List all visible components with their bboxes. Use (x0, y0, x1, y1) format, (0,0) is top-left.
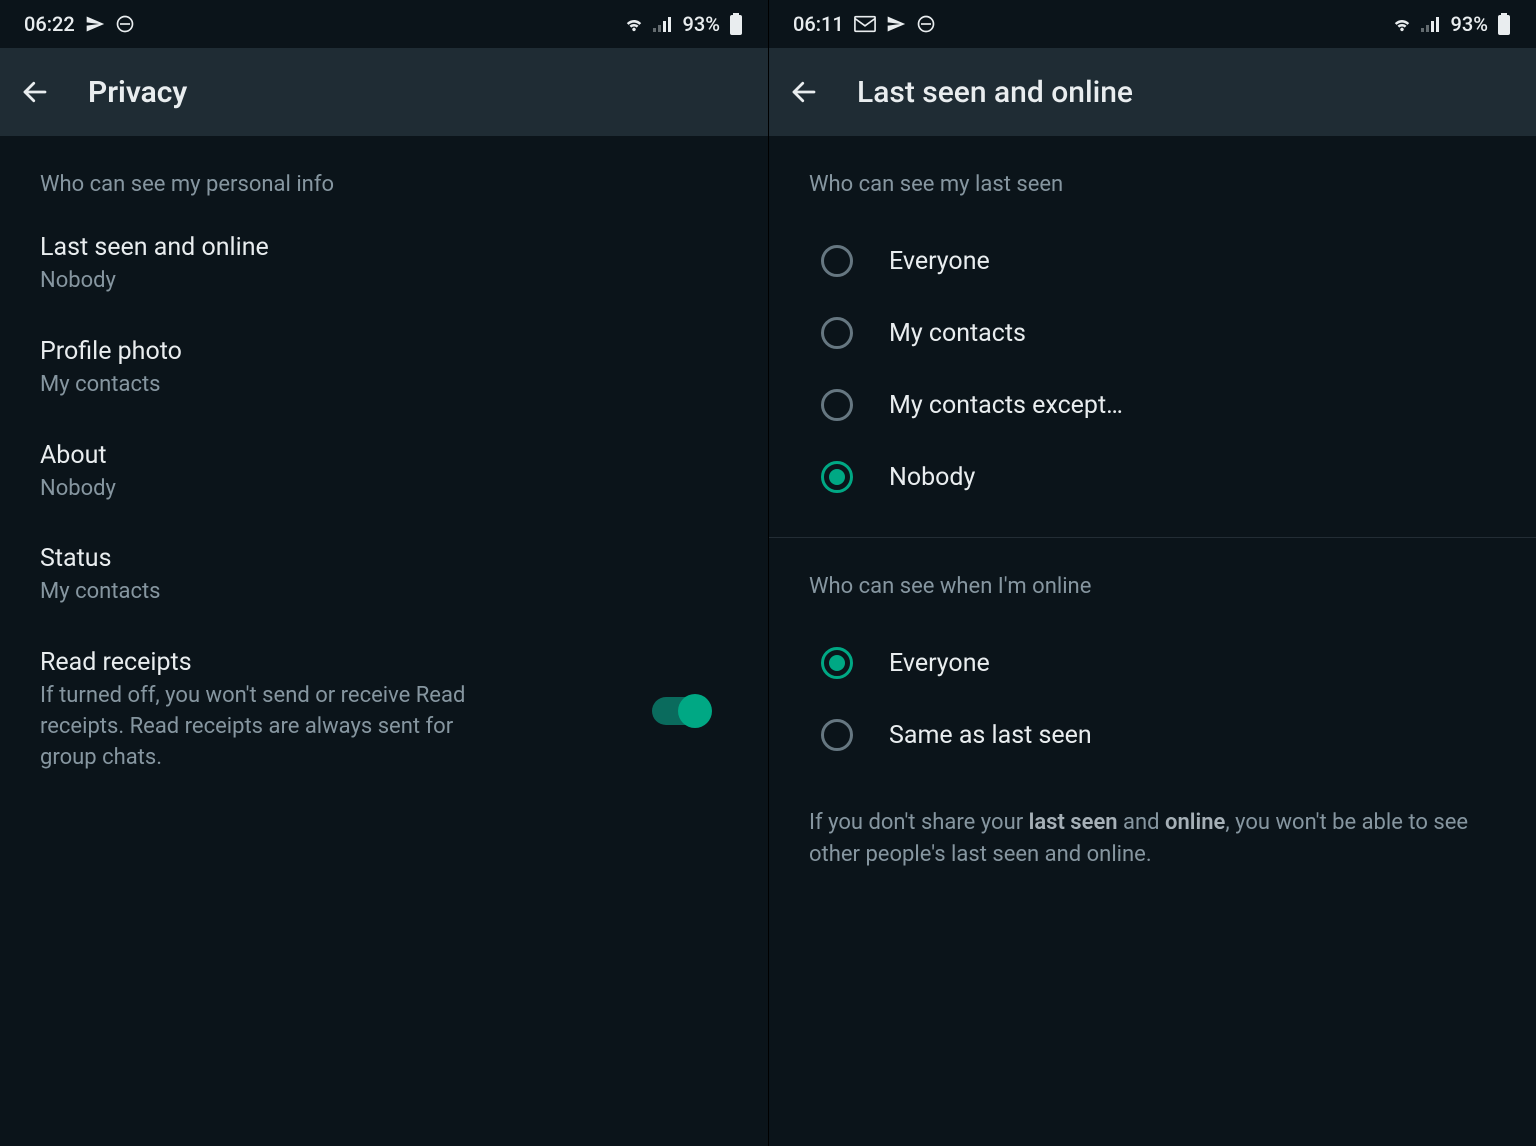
radio-everyone[interactable]: Everyone (769, 225, 1536, 297)
radio-icon (821, 389, 853, 421)
pref-title: Read receipts (40, 648, 652, 677)
status-time: 06:11 (793, 12, 844, 36)
signal-icon (1421, 15, 1443, 33)
pref-profile-photo[interactable]: Profile photo My contacts (0, 319, 768, 423)
pref-about[interactable]: About Nobody (0, 423, 768, 527)
radio-label: My contacts except… (889, 391, 1123, 420)
pref-title: Profile photo (40, 337, 728, 366)
radio-my-contacts[interactable]: My contacts (769, 297, 1536, 369)
radio-label: My contacts (889, 319, 1026, 348)
radio-my-contacts-except[interactable]: My contacts except… (769, 369, 1536, 441)
radio-icon (821, 245, 853, 277)
pref-sub: My contacts (40, 370, 480, 401)
pref-status[interactable]: Status My contacts (0, 526, 768, 630)
back-button[interactable] (20, 77, 50, 107)
pref-sub: Nobody (40, 266, 480, 297)
dnd-icon (115, 14, 135, 34)
radio-icon (821, 461, 853, 493)
pref-title: Status (40, 544, 728, 573)
mail-icon (854, 15, 876, 33)
radio-online-same-as[interactable]: Same as last seen (769, 699, 1536, 771)
radio-label: Everyone (889, 649, 990, 678)
read-receipts-toggle[interactable] (652, 697, 708, 725)
pref-title: About (40, 441, 728, 470)
battery-percent: 93% (683, 12, 720, 36)
pref-sub: My contacts (40, 577, 480, 608)
last-seen-content: Who can see my last seen Everyone My con… (769, 136, 1536, 1146)
section-header-last-seen: Who can see my last seen (769, 136, 1536, 215)
pref-last-seen[interactable]: Last seen and online Nobody (0, 215, 768, 319)
radio-icon (821, 719, 853, 751)
radio-online-everyone[interactable]: Everyone (769, 627, 1536, 699)
radio-label: Everyone (889, 247, 990, 276)
send-icon (886, 14, 906, 34)
battery-percent: 93% (1451, 12, 1488, 36)
radio-nobody[interactable]: Nobody (769, 441, 1536, 513)
section-header-online: Who can see when I'm online (769, 538, 1536, 617)
page-title: Last seen and online (857, 75, 1133, 110)
app-bar: Last seen and online (769, 48, 1536, 136)
last-seen-screen: 06:11 93% Last seen and online Who can s… (768, 0, 1536, 1146)
online-radio-group: Everyone Same as last seen (769, 617, 1536, 783)
pref-sub: If turned off, you won't send or receive… (40, 681, 480, 773)
privacy-screen: 06:22 93% Privacy Who can see my persona… (0, 0, 768, 1146)
radio-label: Same as last seen (889, 721, 1092, 750)
app-bar: Privacy (0, 48, 768, 136)
dnd-icon (916, 14, 936, 34)
privacy-content: Who can see my personal info Last seen a… (0, 136, 768, 1146)
status-bar: 06:11 93% (769, 0, 1536, 48)
footnote: If you don't share your last seen and on… (769, 783, 1536, 871)
pref-title: Last seen and online (40, 233, 728, 262)
radio-icon (821, 647, 853, 679)
radio-label: Nobody (889, 463, 975, 492)
status-time: 06:22 (24, 12, 75, 36)
section-header-personal-info: Who can see my personal info (0, 136, 768, 215)
wifi-icon (623, 15, 645, 33)
last-seen-radio-group: Everyone My contacts My contacts except…… (769, 215, 1536, 525)
pref-read-receipts[interactable]: Read receipts If turned off, you won't s… (0, 630, 768, 795)
toggle-thumb (678, 694, 712, 728)
back-button[interactable] (789, 77, 819, 107)
signal-icon (653, 15, 675, 33)
send-icon (85, 14, 105, 34)
page-title: Privacy (88, 75, 187, 110)
battery-icon (1496, 13, 1512, 35)
battery-icon (728, 13, 744, 35)
radio-icon (821, 317, 853, 349)
wifi-icon (1391, 15, 1413, 33)
pref-sub: Nobody (40, 474, 480, 505)
status-bar: 06:22 93% (0, 0, 768, 48)
